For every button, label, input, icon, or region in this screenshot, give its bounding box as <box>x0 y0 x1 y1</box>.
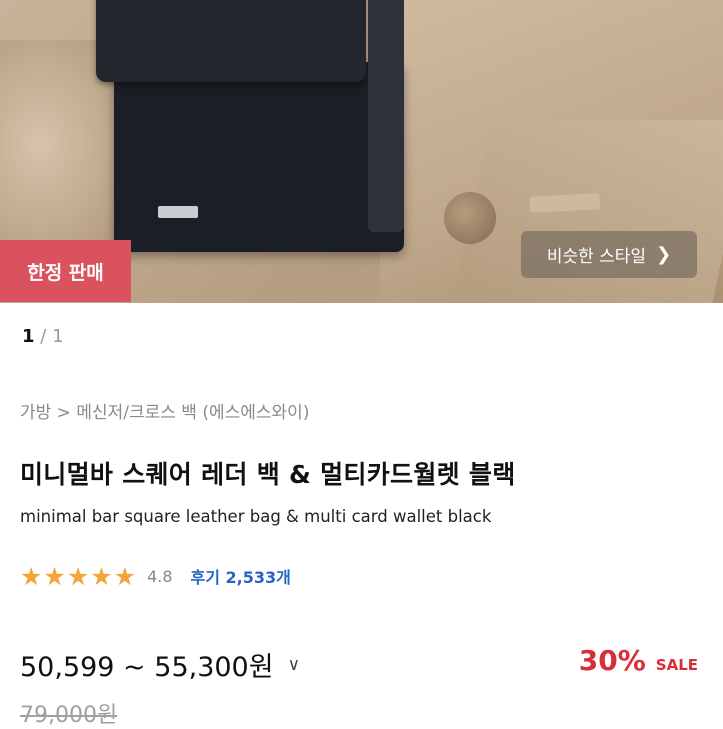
price-range[interactable]: 50,599 ~ 55,300원 ∨ <box>20 645 300 684</box>
bag-edge <box>368 0 404 232</box>
product-title: 미니멀바 스퀘어 레더 백 & 멀티카드월렛 블랙 <box>20 460 516 489</box>
star-rating-icon: ★★★★★ <box>20 561 138 591</box>
reviews-link[interactable]: 후기 2,533개 <box>191 564 291 588</box>
chevron-down-icon[interactable]: ∨ <box>288 655 300 675</box>
limited-sale-label: 한정 판매 <box>27 261 104 284</box>
price-range-text: 50,599 ~ 55,300원 <box>20 652 274 683</box>
rating-row: ★★★★★ 4.8 후기 2,533개 <box>20 561 291 591</box>
similar-style-button[interactable]: 비슷한 스타일 ❯ <box>521 231 697 278</box>
bag-metal-plate <box>158 206 198 218</box>
product-title-english: minimal bar square leather bag & multi c… <box>20 507 492 526</box>
image-pager: 1 / 1 <box>22 326 64 347</box>
sale-label: SALE <box>655 656 698 674</box>
pager-current: 1 <box>22 326 35 347</box>
bag-body <box>114 62 404 252</box>
rating-score: 4.8 <box>147 566 173 586</box>
pager-total: 1 <box>52 326 64 347</box>
coat-button <box>444 192 496 244</box>
bag-photo <box>96 0 414 260</box>
breadcrumb[interactable]: 가방 > 메신저/크로스 백 (에스에스와이) <box>20 398 309 423</box>
original-price: 79,000원 <box>20 703 118 728</box>
chevron-right-icon: ❯ <box>656 244 672 265</box>
bag-flap <box>96 0 366 82</box>
pager-separator: / <box>40 326 47 347</box>
limited-sale-badge: 한정 판매 <box>0 240 131 302</box>
discount-percent: 30% <box>578 644 646 677</box>
similar-style-label: 비슷한 스타일 <box>546 247 647 267</box>
discount-badge: 30% SALE <box>579 644 698 677</box>
product-image[interactable]: 한정 판매 비슷한 스타일 ❯ <box>0 0 723 303</box>
